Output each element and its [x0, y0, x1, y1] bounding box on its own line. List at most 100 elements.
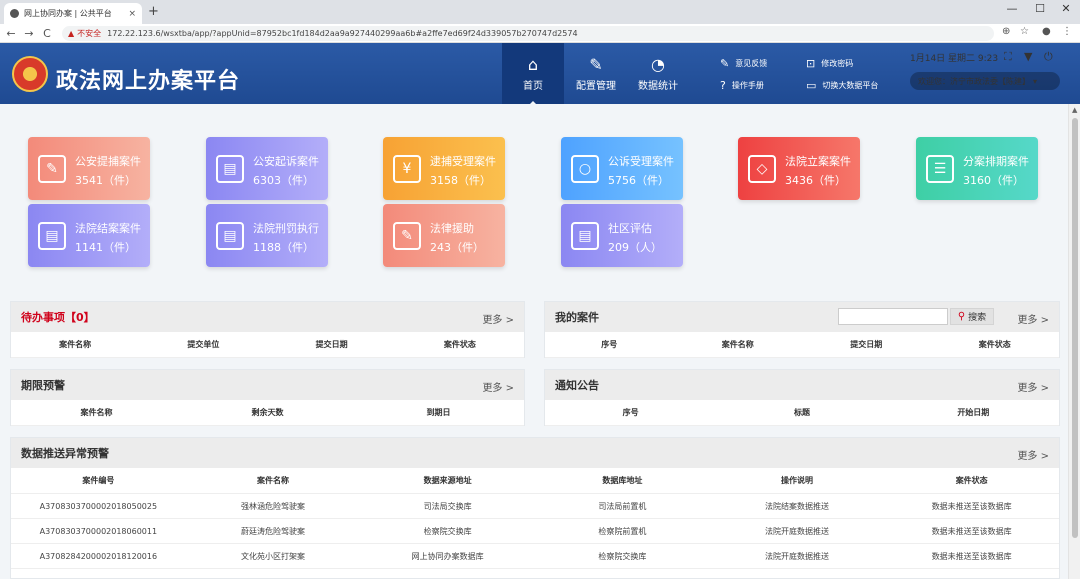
insecure-label[interactable]: 不安全: [77, 28, 101, 39]
table-cell: 检察院前置机: [598, 526, 647, 536]
edit-icon: ✎: [38, 155, 66, 183]
stat-tile[interactable]: ▤ 社区评估 209（人）: [561, 204, 683, 267]
user-welcome-dropdown[interactable]: 欢迎您：济宁市政法委【陈建】 ▾: [910, 72, 1060, 90]
column-header[interactable]: 案件状态: [931, 339, 1060, 350]
home-icon: ⌂: [527, 55, 539, 74]
reload-icon[interactable]: C: [40, 27, 54, 40]
switch-bigdata-link[interactable]: ▭ 切换大数据平台: [806, 79, 878, 92]
stat-tile[interactable]: ✎ 公安提捕案件 3541（件）: [28, 137, 150, 200]
todo-more-link[interactable]: 更多 >: [482, 311, 514, 326]
stat-tile[interactable]: ▤ 法院刑罚执行 1188（件）: [206, 204, 328, 267]
my-cases-header-row: 序号 案件名称 提交日期 案件状态: [545, 332, 1059, 358]
column-header[interactable]: 案件编号: [11, 475, 186, 486]
table-cell: 网上协同办案数据库: [411, 551, 484, 561]
tab-close-icon[interactable]: ×: [128, 9, 136, 19]
column-header[interactable]: 剩余天数: [182, 407, 353, 418]
maximize-icon[interactable]: ☐: [1032, 2, 1048, 15]
document-icon: ▤: [216, 222, 244, 250]
column-header[interactable]: 案件状态: [396, 339, 524, 350]
push-alert-more-link[interactable]: 更多 >: [1017, 447, 1049, 462]
tile-name: 法院结案案件: [75, 222, 141, 235]
zoom-icon[interactable]: ⊕: [1002, 26, 1010, 37]
my-cases-more-link[interactable]: 更多 >: [1017, 311, 1049, 326]
column-header[interactable]: 序号: [545, 339, 674, 350]
column-header[interactable]: 数据来源地址: [360, 475, 535, 486]
feedback-link[interactable]: ✎ 意见反馈: [720, 57, 767, 70]
scrollbar-thumb[interactable]: [1072, 118, 1078, 538]
scroll-up-icon[interactable]: ▲: [1072, 106, 1077, 114]
column-header[interactable]: 操作说明: [710, 475, 885, 486]
case-search-input[interactable]: [838, 308, 948, 325]
column-header[interactable]: 标题: [716, 407, 887, 418]
stat-tile[interactable]: ◇ 法院立案案件 3436（件）: [738, 137, 860, 200]
manual-link[interactable]: ? 操作手册: [720, 79, 764, 92]
back-icon[interactable]: ←: [4, 27, 18, 40]
table-cell: 数据未推送至该数据库: [931, 526, 1012, 536]
tile-count: 1188（件）: [253, 241, 314, 254]
new-tab-icon[interactable]: +: [148, 4, 159, 19]
document-icon: ▤: [216, 155, 244, 183]
stat-tile[interactable]: ▤ 公安起诉案件 6303（件）: [206, 137, 328, 200]
column-header[interactable]: 提交日期: [802, 339, 931, 350]
table-cell: 强林涵危险驾驶案: [241, 501, 305, 511]
deadline-title: 期限预警: [21, 379, 65, 392]
table-row[interactable]: A370828420000201812001​6 文化苑小区打架案 网上协同办案数据…: [11, 544, 1059, 569]
notice-more-link[interactable]: 更多 >: [1017, 379, 1049, 394]
notice-panel: 通知公告 更多 > 序号 标题 开始日期: [544, 369, 1060, 426]
stat-tile[interactable]: ¥ 逮捕受理案件 3158（件）: [383, 137, 505, 200]
my-cases-title: 我的案件: [555, 311, 599, 324]
address-bar: ← → C ▲ 不安全 172.22.123.6/wsxtba/app/?app…: [0, 24, 1080, 43]
minimize-icon[interactable]: —: [1004, 2, 1020, 15]
stat-tile[interactable]: ▤ 法院结案案件 1141（件）: [28, 204, 150, 267]
column-header[interactable]: 案件状态: [884, 475, 1059, 486]
push-alert-title: 数据推送异常预警: [21, 447, 109, 460]
push-alert-header-row: 案件编号 案件名称 数据来源地址 数据库地址 操作说明 案件状态: [11, 468, 1059, 494]
window-close-icon[interactable]: ✕: [1058, 2, 1074, 15]
column-header[interactable]: 开始日期: [888, 407, 1059, 418]
table-cell: 蔚廷涛危险驾驶案: [241, 526, 305, 536]
column-header[interactable]: 案件名称: [674, 339, 803, 350]
stat-tile[interactable]: ☰ 分案排期案件 3160（件）: [916, 137, 1038, 200]
column-header[interactable]: 到期日: [353, 407, 524, 418]
stat-tile[interactable]: ✎ 法律援助 243（件）: [383, 204, 505, 267]
stat-tile[interactable]: ○ 公诉受理案件 5756（件）: [561, 137, 683, 200]
column-header[interactable]: 案件名称: [186, 475, 361, 486]
page-scrollbar[interactable]: ▲: [1068, 104, 1080, 579]
column-header[interactable]: 提交单位: [139, 339, 267, 350]
url-field[interactable]: ▲ 不安全 172.22.123.6/wsxtba/app/?appUnid=8…: [62, 26, 994, 41]
power-icon[interactable]: ⏻: [1044, 50, 1053, 64]
column-header[interactable]: 案件名称: [11, 339, 139, 350]
nav-home[interactable]: ⌂ 首页: [502, 43, 564, 104]
theme-icon[interactable]: ▼: [1024, 50, 1032, 63]
bookmark-star-icon[interactable]: ☆: [1020, 26, 1029, 37]
browser-menu-icon[interactable]: ⋮: [1062, 26, 1072, 37]
tile-count: 6303（件）: [253, 174, 314, 187]
search-button[interactable]: ⚲ 搜索: [950, 308, 994, 325]
tile-count: 3436（件）: [785, 174, 846, 187]
warning-icon: ▲: [68, 29, 75, 38]
deadline-more-link[interactable]: 更多 >: [482, 379, 514, 394]
column-header[interactable]: 提交日期: [268, 339, 396, 350]
nav-statistics[interactable]: ◔ 数据统计: [627, 43, 689, 104]
search-button-label: 搜索: [968, 313, 987, 323]
account-icon[interactable]: ●: [1042, 26, 1051, 37]
tile-name: 社区评估: [608, 222, 652, 235]
table-row[interactable]: A370830370000201805002​5 强林涵危险驾驶案 司法局交换库 司法…: [11, 494, 1059, 519]
table-cell: 文化苑小区打架案: [241, 551, 305, 561]
browser-tab[interactable]: 网上协同办案 | 公共平台 ×: [4, 3, 142, 24]
nav-config[interactable]: ✎ 配置管理: [565, 43, 627, 104]
forward-icon[interactable]: →: [22, 27, 36, 40]
fullscreen-icon[interactable]: ⛶: [1004, 50, 1012, 64]
column-header[interactable]: 案件名称: [11, 407, 182, 418]
nav-home-label: 首页: [523, 81, 543, 92]
table-cell: 法院开庭数据推送: [765, 526, 830, 536]
money-card-icon: ¥: [393, 155, 421, 183]
column-header[interactable]: 数据库地址: [535, 475, 710, 486]
tile-name: 法院立案案件: [785, 155, 851, 168]
change-password-link[interactable]: ⊡ 修改密码: [806, 57, 853, 70]
table-row[interactable]: A370830370000201806001​1 蔚廷涛危险驾驶案 检察院交换库 检察…: [11, 519, 1059, 544]
todo-header-row: 案件名称 提交单位 提交日期 案件状态: [11, 332, 524, 358]
deadline-header-row: 案件名称 剩余天数 到期日: [11, 400, 524, 426]
column-header[interactable]: 序号: [545, 407, 716, 418]
favicon-icon: [10, 9, 19, 18]
